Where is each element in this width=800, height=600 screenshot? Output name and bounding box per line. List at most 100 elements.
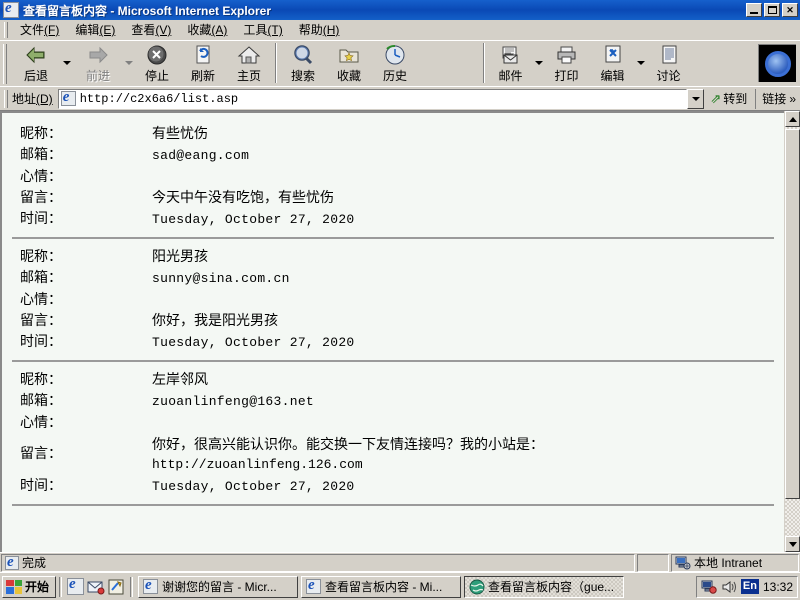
scroll-down-button[interactable]: [785, 536, 800, 552]
quicklaunch-show-desktop-icon[interactable]: [107, 578, 125, 596]
status-message: 完成: [22, 556, 47, 570]
message-text-line1: 你好，很高兴能认识你。能交换一下友情连接吗？我的小站是：: [152, 436, 544, 452]
stop-icon: [145, 44, 169, 66]
menu-item-tools[interactable]: 工具(T): [235, 19, 290, 40]
toolbar-separator-2: [482, 43, 485, 83]
menu-item-help[interactable]: 帮助(H): [291, 19, 348, 40]
entry-email-row: 邮箱： zuoanlinfeng@163.net: [2, 390, 784, 412]
entry-message-row: 留言： 今天中午没有吃饱，有些忧伤: [2, 187, 784, 208]
language-indicator[interactable]: En: [740, 579, 759, 594]
quicklaunch-outlook-icon[interactable]: [87, 578, 105, 596]
go-arrow-icon: ⇗: [710, 90, 722, 106]
search-button[interactable]: 搜索: [280, 42, 326, 84]
message-value: 你好，我是阳光男孩: [152, 312, 278, 328]
email-label: 邮箱：: [20, 269, 62, 285]
task-button[interactable]: 谢谢您的留言 - Micr...: [138, 575, 299, 598]
address-url-text: http://c2x6a6/list.asp: [79, 91, 239, 106]
refresh-button-label: 刷新: [190, 69, 215, 83]
menu-item-file-accel: (F): [44, 23, 60, 37]
nickname-value: 阳光男孩: [152, 248, 208, 264]
go-button[interactable]: ⇗ 转到: [704, 90, 753, 107]
forward-dropdown: [124, 42, 134, 84]
maximize-button[interactable]: [764, 3, 780, 17]
refresh-button[interactable]: 刷新: [180, 42, 226, 84]
toolbar-grip[interactable]: [3, 44, 7, 84]
favorites-button[interactable]: 收藏: [326, 42, 372, 84]
menu-item-favorites-label: 收藏: [187, 23, 212, 37]
scrollbar-thumb[interactable]: [785, 129, 800, 499]
menu-item-edit[interactable]: 编辑(E): [67, 19, 123, 40]
menu-item-favorites[interactable]: 收藏(A): [179, 19, 235, 40]
discuss-icon: [657, 44, 681, 66]
message-label: 留言：: [20, 189, 62, 205]
menu-item-tools-label: 工具: [243, 23, 268, 37]
guestbook-entry: 昵称： 有些忧伤 邮箱： sad@eang.com 心情： 留言： 今天中午没有…: [2, 119, 784, 233]
back-dropdown[interactable]: [62, 42, 72, 84]
window-title: 查看留言板内容 - Microsoft Internet Explorer: [23, 3, 272, 18]
search-button-label: 搜索: [290, 69, 315, 83]
ie-animated-logo-icon: [758, 44, 796, 82]
menu-item-file-label: 文件: [20, 23, 45, 37]
entry-mood-row: 心情：: [2, 412, 784, 433]
time-value: Tuesday, October 27, 2020: [152, 335, 355, 350]
edit-icon: [601, 44, 625, 66]
window-controls: ✕: [746, 3, 798, 17]
entry-divider: [12, 237, 774, 239]
mail-button[interactable]: 邮件: [488, 42, 534, 84]
discuss-button[interactable]: 讨论: [646, 42, 692, 84]
home-button[interactable]: 主页: [226, 42, 272, 84]
menu-grip[interactable]: [4, 21, 8, 38]
scroll-up-button[interactable]: [785, 111, 800, 127]
quicklaunch-ie-icon[interactable]: [67, 577, 85, 596]
task-button[interactable]: 查看留言板内容 - Mi...: [301, 575, 462, 598]
status-blank-panel: [637, 553, 669, 572]
taskbar-divider-2: [130, 576, 134, 597]
mail-button-label: 邮件: [498, 69, 523, 83]
links-chevron-icon[interactable]: »: [789, 92, 796, 106]
history-clock-icon: [383, 44, 407, 66]
entry-mood-row: 心情：: [2, 166, 784, 187]
edit-button[interactable]: 编辑: [590, 42, 636, 84]
printer-icon: [555, 44, 579, 66]
mail-dropdown[interactable]: [534, 42, 544, 84]
task-button[interactable]: 查看留言板内容（gue...: [464, 575, 625, 598]
scrollbar-track[interactable]: [785, 127, 800, 536]
address-bar-grip[interactable]: [4, 89, 8, 108]
back-button[interactable]: 后退: [10, 42, 62, 84]
vertical-scrollbar[interactable]: [784, 111, 800, 552]
minimize-button[interactable]: [746, 3, 762, 17]
menu-item-edit-accel: (E): [99, 23, 116, 37]
windows-flag-icon: [6, 579, 22, 594]
home-icon: [237, 44, 261, 66]
quick-launch-bar: [65, 577, 127, 596]
forward-arrow-icon: [86, 44, 110, 66]
guestbook-entry: 昵称： 阳光男孩 邮箱： sunny@sina.com.cn 心情： 留言： 你…: [2, 242, 784, 356]
edit-dropdown[interactable]: [636, 42, 646, 84]
time-value: Tuesday, October 27, 2020: [152, 479, 355, 494]
links-bar[interactable]: 链接 »: [755, 88, 800, 109]
nickname-label: 昵称：: [20, 248, 62, 264]
stop-button[interactable]: 停止: [134, 42, 180, 84]
menu-item-help-accel: (H): [322, 23, 340, 37]
network-status-icon[interactable]: [701, 579, 717, 595]
menu-item-file[interactable]: 文件(F): [12, 19, 67, 40]
refresh-icon: [191, 44, 215, 66]
volume-icon[interactable]: [721, 579, 737, 595]
globe-icon: [469, 579, 485, 595]
start-button[interactable]: 开始: [2, 575, 57, 598]
address-input[interactable]: http://c2x6a6/list.asp: [57, 88, 688, 109]
taskbar-clock[interactable]: 13:32: [763, 580, 793, 594]
favorites-button-label: 收藏: [336, 69, 361, 83]
entry-time-row: 时间： Tuesday, October 27, 2020: [2, 331, 784, 353]
address-dropdown-button[interactable]: [687, 88, 705, 109]
time-value: Tuesday, October 27, 2020: [152, 212, 355, 227]
close-button[interactable]: ✕: [782, 3, 798, 17]
print-button[interactable]: 打印: [544, 42, 590, 84]
security-zone-panel[interactable]: 本地 Intranet: [671, 553, 799, 572]
menu-item-view[interactable]: 查看(V): [123, 19, 179, 40]
address-bar: 地址(D) http://c2x6a6/list.asp ⇗ 转到 链接 »: [0, 86, 800, 110]
forward-button: 前进: [72, 42, 124, 84]
history-button[interactable]: 历史: [372, 42, 418, 84]
address-label-text: 地址: [12, 92, 37, 106]
menu-item-edit-label: 编辑: [75, 23, 100, 37]
